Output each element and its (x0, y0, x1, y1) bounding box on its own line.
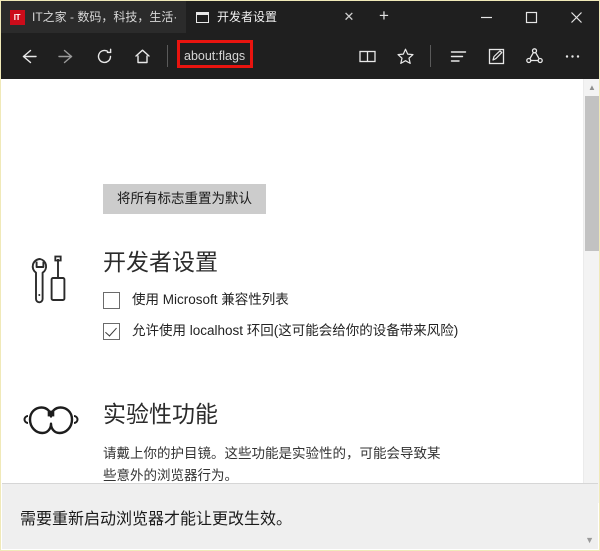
it-home-favicon: IT (9, 9, 25, 25)
tab-title: 开发者设置 (217, 10, 278, 24)
window-controls (464, 1, 599, 33)
address-bar[interactable]: about:flags (176, 40, 348, 71)
page-content-area: 将所有标志重置为默认 开发者设置 使用 Microsoft 兼容性列表 允许使用… (1, 79, 599, 503)
developer-settings-section: 开发者设置 使用 Microsoft 兼容性列表 允许使用 localhost … (1, 249, 583, 353)
toolbar-divider (430, 45, 431, 67)
wrench-screwdriver-icon (19, 249, 83, 311)
star-favorites-icon[interactable] (386, 37, 424, 75)
share-icon[interactable] (515, 37, 553, 75)
reading-view-icon[interactable] (348, 37, 386, 75)
home-icon[interactable] (123, 37, 161, 75)
more-ellipsis-icon[interactable] (553, 37, 591, 75)
checkbox-localhost-loopback[interactable] (103, 322, 120, 340)
forward-arrow-icon[interactable] (47, 37, 85, 75)
tab-it-home[interactable]: IT IT之家 - 数码，科技，生活· (1, 1, 186, 33)
hub-icon[interactable] (439, 37, 477, 75)
page-favicon (194, 9, 210, 25)
page-scrollbar[interactable]: ▲ ▼ (583, 79, 599, 503)
maximize-button[interactable] (509, 1, 554, 33)
tab-title: IT之家 - 数码，科技，生活· (32, 10, 178, 24)
checkbox-label: 允许使用 localhost 环回(这可能会给你的设备带来风险) (132, 322, 459, 338)
developer-settings-body: 开发者设置 使用 Microsoft 兼容性列表 允许使用 localhost … (103, 249, 583, 340)
navbar-divider (167, 45, 168, 67)
navigation-bar: about:flags (1, 33, 599, 79)
minimize-button[interactable] (464, 1, 509, 33)
section-description: 请戴上你的护目镜。这些功能是实验性的，可能会导致某些意外的浏览器行为。 (103, 445, 441, 483)
checkbox-label: 使用 Microsoft 兼容性列表 (132, 291, 289, 307)
back-arrow-icon[interactable] (9, 37, 47, 75)
reset-all-flags-button[interactable]: 将所有标志重置为默认 (103, 184, 266, 214)
browser-window: IT IT之家 - 数码，科技，生活· 开发者设置 ✕ + about:flag… (0, 0, 600, 551)
favicon-text: IT (9, 9, 25, 25)
scroll-up-arrow-icon[interactable]: ▲ (584, 79, 599, 96)
restart-notification-bar: 需要重新启动浏览器才能让更改生效。 ▼ (2, 483, 598, 549)
new-tab-button[interactable]: + (366, 1, 402, 33)
checkbox-row-localhost-loopback[interactable]: 允许使用 localhost 环回(这可能会给你的设备带来风险) (103, 322, 563, 340)
about-flags-page: 将所有标志重置为默认 开发者设置 使用 Microsoft 兼容性列表 允许使用… (1, 79, 583, 503)
scrollbar-thumb[interactable] (585, 96, 599, 251)
goggles-icon (19, 401, 83, 445)
notification-scroll-arrow-icon[interactable]: ▼ (585, 535, 594, 545)
refresh-icon[interactable] (85, 37, 123, 75)
tab-bar: IT IT之家 - 数码，科技，生活· 开发者设置 ✕ + (1, 1, 599, 33)
close-button[interactable] (554, 1, 599, 33)
tab-developer-settings[interactable]: 开发者设置 ✕ (186, 1, 366, 33)
checkbox-compat-list[interactable] (103, 291, 120, 309)
section-heading: 实验性功能 (103, 401, 218, 427)
web-note-icon[interactable] (477, 37, 515, 75)
tab-bar-spacer (402, 1, 464, 33)
checkbox-row-compat-list[interactable]: 使用 Microsoft 兼容性列表 (103, 291, 563, 309)
notification-message: 需要重新启动浏览器才能让更改生效。 (20, 510, 293, 528)
browser-toolbar (348, 37, 591, 75)
close-tab-icon[interactable]: ✕ (338, 1, 360, 33)
address-bar-text[interactable]: about:flags (176, 49, 245, 63)
page-title: 开发者设置 (103, 249, 218, 275)
